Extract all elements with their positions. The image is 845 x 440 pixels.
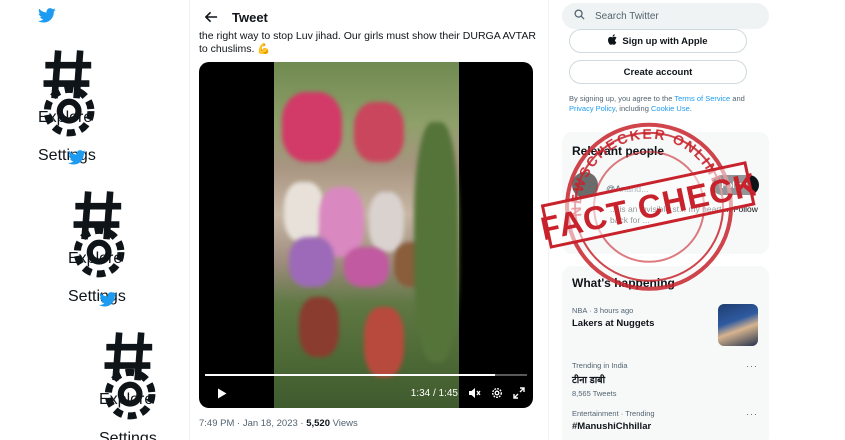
trend-name: टीना डाबी bbox=[572, 375, 606, 386]
back-arrow-icon[interactable] bbox=[196, 11, 226, 23]
tweet-meta: 7:49 PM · Jan 18, 2023 · 5,520 Views bbox=[199, 418, 358, 429]
gear-icon bbox=[38, 85, 100, 146]
relevant-people-title: Relevant people bbox=[572, 144, 665, 158]
avatar[interactable] bbox=[572, 172, 598, 198]
video-controls: 1:34 / 1:45 bbox=[199, 378, 533, 408]
twitter-logo-icon[interactable] bbox=[38, 8, 56, 23]
follow-button[interactable]: Follow bbox=[712, 175, 759, 195]
tweet-views-label: Views bbox=[329, 418, 358, 429]
twitter-logo-icon[interactable] bbox=[99, 292, 117, 307]
video-frame bbox=[274, 62, 459, 408]
create-account-button[interactable]: Create account bbox=[569, 60, 747, 84]
nav-settings-label: Settings bbox=[38, 147, 96, 165]
search-icon bbox=[574, 9, 585, 23]
more-icon[interactable]: ··· bbox=[746, 409, 758, 419]
trends-title: What's happening bbox=[572, 276, 675, 290]
apple-icon bbox=[608, 34, 617, 48]
tweet-video-player[interactable]: 1:34 / 1:45 bbox=[199, 62, 533, 408]
tweet-header-title: Tweet bbox=[232, 9, 268, 25]
relevant-user-handle: @Anand... bbox=[606, 184, 649, 194]
signup-legal-text: By signing up, you agree to the Terms of… bbox=[569, 94, 769, 114]
gear-icon bbox=[68, 226, 130, 287]
column-divider-right bbox=[548, 0, 549, 440]
nav-settings-label: Settings bbox=[99, 430, 157, 440]
legal-and: and bbox=[730, 94, 745, 103]
video-progress-bar[interactable] bbox=[205, 374, 527, 376]
search-placeholder: Search Twitter bbox=[595, 10, 659, 22]
trend-item[interactable]: Trending in India टीना डाबी 8,565 Tweets… bbox=[572, 361, 762, 398]
relevant-user[interactable]: @Anand... bbox=[572, 172, 726, 198]
legal-mid: , including bbox=[615, 104, 651, 113]
nav-settings-label: Settings bbox=[68, 288, 126, 306]
column-divider-left bbox=[189, 0, 190, 440]
tweet-text: the right way to stop Luv jihad. Our gir… bbox=[199, 30, 536, 55]
trend-name: #ManushiChhillar bbox=[572, 421, 652, 432]
play-icon[interactable] bbox=[217, 388, 227, 399]
search-input[interactable]: Search Twitter bbox=[562, 3, 769, 29]
tweet-header: Tweet bbox=[190, 0, 548, 34]
twitter-logo-icon[interactable] bbox=[68, 150, 86, 165]
privacy-link[interactable]: Privacy Policy bbox=[569, 104, 615, 113]
video-time: 1:34 / 1:45 bbox=[410, 387, 458, 399]
more-icon[interactable]: ··· bbox=[746, 361, 758, 371]
nav-settings[interactable]: Settings bbox=[99, 363, 161, 440]
terms-link[interactable]: Terms of Service bbox=[674, 94, 730, 103]
gear-icon bbox=[99, 368, 161, 429]
legal-prefix: By signing up, you agree to the bbox=[569, 94, 675, 103]
trend-item[interactable]: Entertainment · Trending #ManushiChhilla… bbox=[572, 409, 762, 432]
fullscreen-icon[interactable] bbox=[513, 387, 525, 399]
trend-count: 8,565 Tweets bbox=[572, 389, 617, 398]
legal-end: . bbox=[689, 104, 692, 113]
create-account-label: Create account bbox=[623, 66, 693, 78]
mute-icon[interactable] bbox=[468, 387, 481, 399]
trend-thumbnail-image[interactable] bbox=[718, 304, 758, 346]
cookie-link[interactable]: Cookie Use bbox=[651, 104, 690, 113]
signup-apple-label: Sign up with Apple bbox=[622, 35, 708, 47]
settings-gear-icon[interactable] bbox=[491, 387, 503, 399]
trend-context: Trending in India bbox=[572, 361, 628, 370]
relevant-user-bio: ... is an invisible st... my heart ... F… bbox=[610, 204, 758, 225]
trend-context: Entertainment · Trending bbox=[572, 409, 655, 418]
tweet-timestamp: 7:49 PM · Jan 18, 2023 · bbox=[199, 418, 307, 429]
tweet-views-count: 5,520 bbox=[306, 418, 330, 429]
signup-apple-button[interactable]: Sign up with Apple bbox=[569, 29, 747, 53]
